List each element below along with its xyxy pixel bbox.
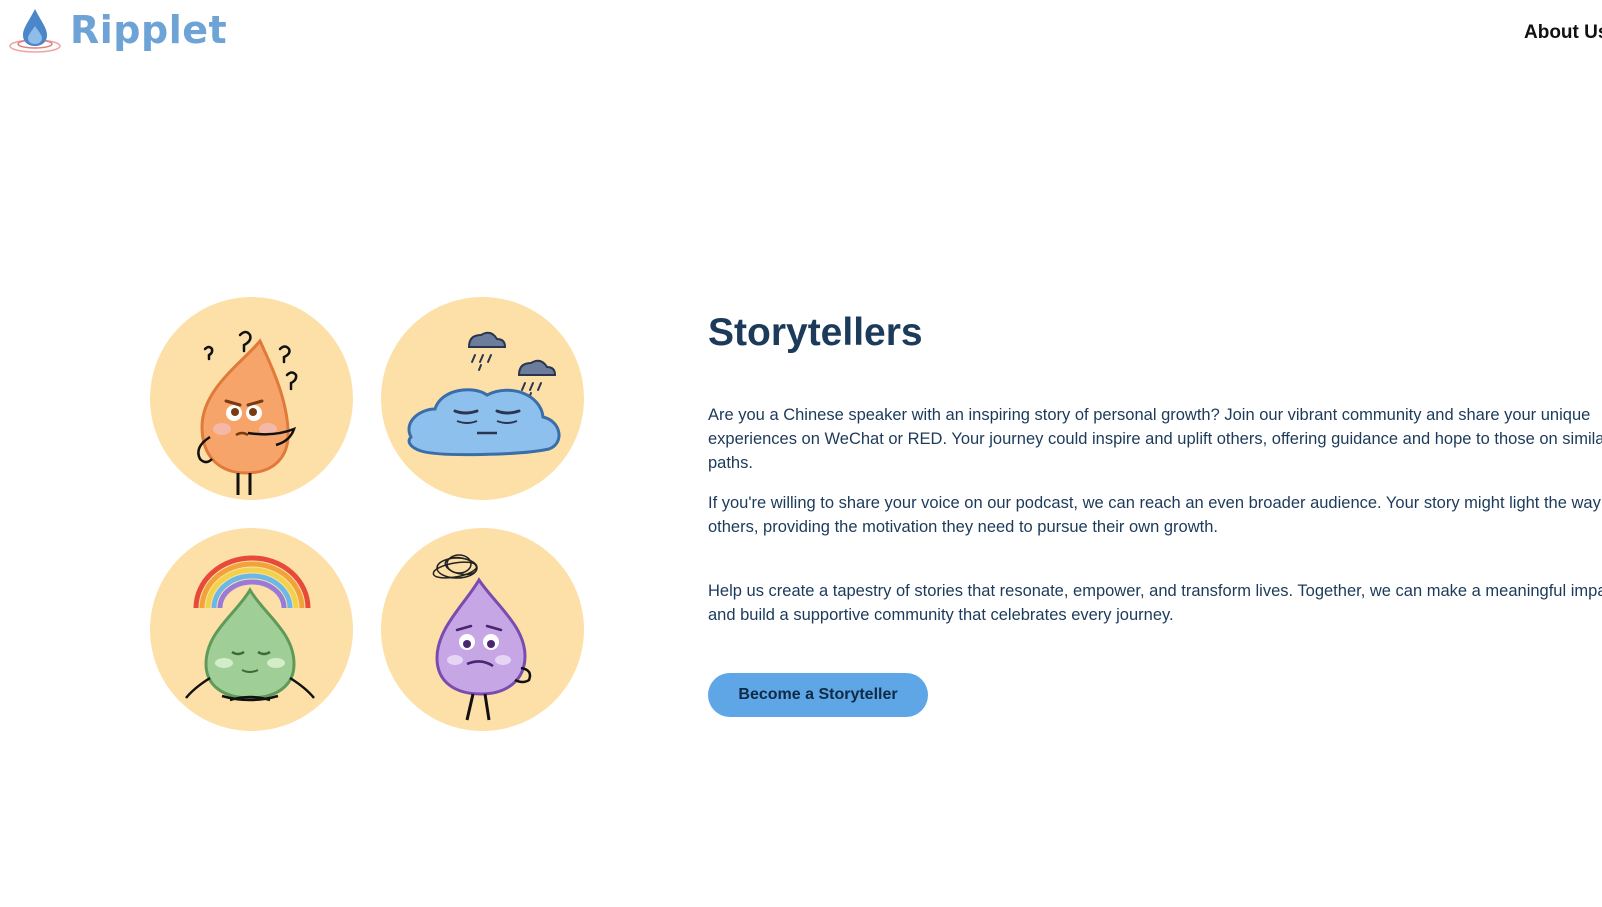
page: Ripplet About Us Storytellers Are you a … [0, 0, 1602, 907]
logo-text: Ripplet [70, 8, 228, 52]
sad-puddle-illustration [381, 297, 584, 500]
storytellers-section: Storytellers Are you a Chinese speaker w… [708, 310, 1602, 717]
intro-paragraph: Are you a Chinese speaker with an inspir… [708, 406, 1602, 472]
community-paragraph: Help us create a tapestry of stories tha… [708, 582, 1602, 624]
confused-droplet-illustration [150, 297, 353, 500]
water-drop-logo-icon [9, 9, 61, 53]
nav-about-us-link[interactable]: About Us [1524, 22, 1602, 44]
section-title: Storytellers [708, 311, 923, 354]
become-storyteller-button[interactable]: Become a Storyteller [708, 673, 928, 717]
anxious-droplet-illustration [381, 528, 584, 731]
site-header: Ripplet About Us [0, 0, 1602, 66]
logo-link[interactable]: Ripplet [8, 6, 227, 54]
calm-droplet-rainbow-illustration [150, 528, 353, 731]
podcast-paragraph: If you're willing to share your voice on… [708, 494, 1602, 536]
